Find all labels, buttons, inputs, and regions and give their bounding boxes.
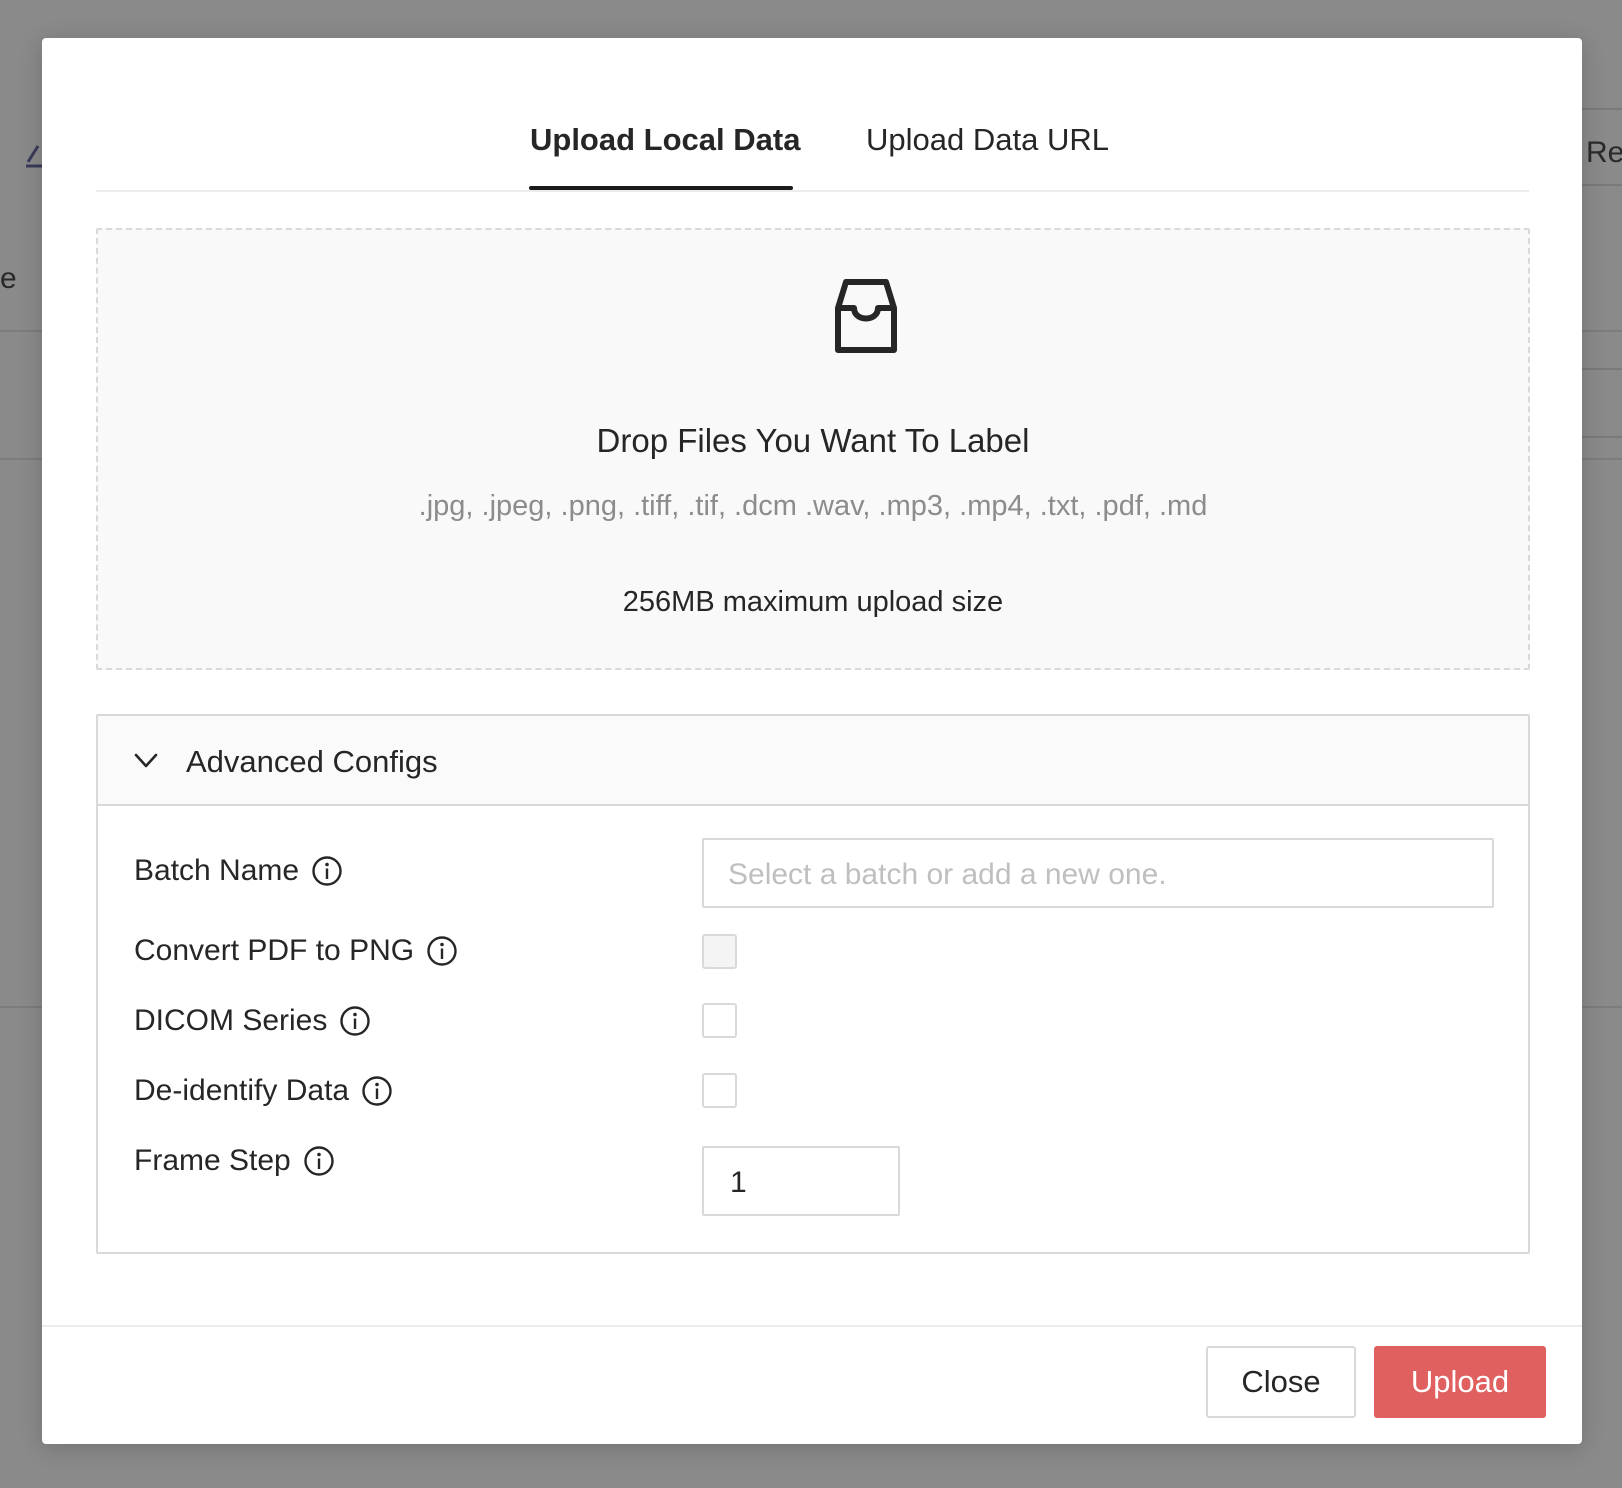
frame-step-label: Frame Step xyxy=(134,1144,335,1178)
dicom-series-label-text: DICOM Series xyxy=(134,1004,328,1037)
info-icon[interactable] xyxy=(303,1145,335,1177)
background-text-fragment: e xyxy=(0,262,17,295)
convert-pdf-checkbox[interactable] xyxy=(702,934,737,969)
dicom-series-label: DICOM Series xyxy=(134,1004,371,1038)
convert-pdf-label-text: Convert PDF to PNG xyxy=(134,934,415,967)
info-icon[interactable] xyxy=(311,855,343,887)
active-tab-indicator xyxy=(529,186,793,190)
advanced-configs-title: Advanced Configs xyxy=(186,744,438,779)
batch-name-label: Batch Name xyxy=(134,854,343,888)
advanced-configs-panel: Advanced Configs Batch Name Select a bat… xyxy=(96,714,1530,1254)
dropzone-title: Drop Files You Want To Label xyxy=(596,422,1030,459)
frame-step-label-text: Frame Step xyxy=(134,1144,291,1177)
dropzone-formats: .jpg, .jpeg, .png, .tiff, .tif, .dcm .wa… xyxy=(418,490,1208,522)
background-divider xyxy=(1582,330,1622,332)
batch-name-select[interactable]: Select a batch or add a new one. xyxy=(702,838,1494,908)
inbox-icon xyxy=(835,279,897,353)
advanced-configs-header[interactable]: Advanced Configs xyxy=(98,716,1528,806)
convert-pdf-label: Convert PDF to PNG xyxy=(134,934,458,968)
info-icon[interactable] xyxy=(361,1075,393,1107)
modal-footer-divider xyxy=(42,1325,1582,1327)
tab-upload-data-url[interactable]: Upload Data URL xyxy=(866,122,1109,158)
upload-tabs: Upload Local Data Upload Data URL xyxy=(96,38,1529,192)
background-divider xyxy=(1582,1006,1622,1008)
tab-upload-local-data[interactable]: Upload Local Data xyxy=(530,122,800,158)
background-divider xyxy=(0,330,42,332)
info-icon[interactable] xyxy=(426,935,458,967)
deidentify-checkbox[interactable] xyxy=(702,1073,737,1108)
file-dropzone[interactable]: Drop Files You Want To Label .jpg, .jpeg… xyxy=(96,228,1530,670)
batch-name-label-text: Batch Name xyxy=(134,854,300,887)
edit-icon xyxy=(26,145,42,168)
dropzone-size-note: 256MB maximum upload size xyxy=(622,586,1004,618)
background-divider xyxy=(0,458,42,460)
close-button[interactable]: Close xyxy=(1206,1346,1356,1418)
info-icon[interactable] xyxy=(339,1005,371,1037)
dicom-series-checkbox[interactable] xyxy=(702,1003,737,1038)
frame-step-input[interactable]: 1 xyxy=(702,1146,900,1216)
chevron-down-icon xyxy=(134,753,158,768)
upload-button[interactable]: Upload xyxy=(1374,1346,1546,1418)
background-divider xyxy=(1582,458,1622,460)
deidentify-label: De-identify Data xyxy=(134,1074,393,1108)
deidentify-label-text: De-identify Data xyxy=(134,1074,350,1107)
background-divider xyxy=(0,1006,42,1008)
upload-modal: Upload Local Data Upload Data URL Drop F… xyxy=(42,38,1582,1444)
